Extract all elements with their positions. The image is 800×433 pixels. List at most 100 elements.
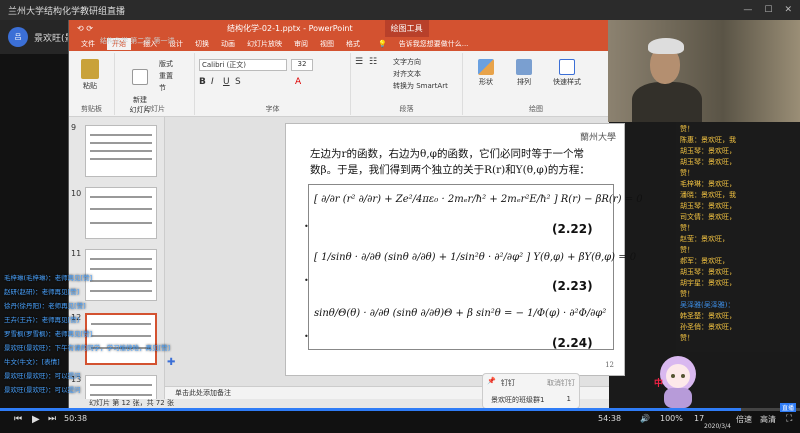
ribbon: 粘贴 剪贴板 新建 幻灯片 版式 重置 节 幻灯片 Calibri (正文) 3… [69,51,609,117]
arrange-button[interactable]: 排列 [509,59,539,87]
numbering-icon[interactable]: ☷ [369,57,377,67]
group-label-paragraph: 段落 [399,105,414,113]
overlay-message: 牛文(牛文)：[表情] [4,358,60,366]
volume-icon[interactable]: 🔊 [640,414,650,423]
equation-number-2-24: (2.24) [552,336,593,350]
quick-styles-button[interactable]: 快速样式 [549,59,585,87]
chat-message: 孙圣俏：景欢旺， [680,323,736,331]
current-time: 50:38 [64,414,88,423]
chat-message: 胡玉琴：景欢旺， [680,158,736,166]
slide-thumbnail[interactable] [85,187,157,239]
equation-number-2-23: (2.23) [552,279,593,293]
bullet: • [304,332,309,341]
font-size-select[interactable]: 32 [291,59,313,71]
group-label-slides: 幻灯片 [144,105,165,113]
quality-button[interactable]: 高清 [760,414,776,425]
tab-animations[interactable]: 动画 [221,39,235,49]
context-tab-group: 绘图工具 [384,20,429,37]
slide-thumbnail[interactable] [85,125,157,177]
cancel-pin-button[interactable]: 取消钉钉 [547,378,575,388]
tab-slideshow[interactable]: 幻灯片放映 [247,39,282,49]
progress-fill [0,408,741,411]
font-name-select[interactable]: Calibri (正文) [199,59,287,71]
overlay-message: 赵研(赵研)：老师再见[赞] [4,288,80,296]
chat-message: 韩圣楚：景欢旺， [680,312,736,320]
doc-title: 结构化学-02-1.pptx - PowerPoint [227,24,353,33]
layout-button[interactable]: 版式 [159,59,173,69]
thumb-number: 9 [71,123,77,132]
group-label-drawing: 绘图 [529,105,543,113]
progress-bar[interactable] [0,408,800,411]
date: 2020/3/4 [704,423,731,430]
pin-icon: 📌 [487,377,496,385]
paste-button[interactable]: 粘贴 [75,59,105,91]
quick-access[interactable]: ⟲ ⟳ [77,24,187,33]
group-font: Calibri (正文) 32 B I U S A 字体 [195,53,351,115]
overlay-message: 王卉(王卉)：老师再见[赞] [4,316,80,324]
next-icon[interactable]: ⏭ [48,414,56,424]
bullet: • [304,276,309,285]
chat-message: 赞！ [680,246,694,254]
reset-button[interactable]: 重置 [159,71,173,81]
mascot-sticker: 中 [648,352,708,408]
chat-message: 陈惠：景欢旺，我 [680,136,736,144]
quick-styles-icon [559,59,575,75]
tab-transitions[interactable]: 切换 [195,39,209,49]
chat-panel[interactable]: 赞！ 陈惠：景欢旺，我 胡玉琴：景欢旺， 胡玉琴：景欢旺， 赞！ 毛梓琳：景欢旺… [676,122,800,352]
convert-smartart-button[interactable]: 转换为 SmartArt [393,81,448,91]
university-logo: 蘭州大學 [579,133,616,143]
overlay-message: 毛梓琳(毛梓琳)：老师再见[赞] [4,274,93,282]
shadow-button[interactable]: S [235,77,241,87]
ppt-titlebar: ⟲ ⟳ 结构化学-02-1.pptx - PowerPoint 绘图工具 [69,20,609,37]
equation-2-23: [ 1/sinθ · ∂/∂θ (sinθ ∂/∂θ) + 1/sin²θ · … [314,252,637,263]
text-direction-button[interactable]: 文字方向 [393,57,421,67]
host-avatar[interactable]: 吕 [8,27,28,47]
overlay-message: 徐丹(徐丹阳)：老师再见[赞] [4,302,86,310]
underline-button[interactable]: U [223,77,230,87]
group-chat-count: 1 [566,395,571,403]
equation-selection-frame[interactable] [308,184,614,350]
slide-intro-line-2: 数β。于是，我们得到两个独立的关于R(r)和Y(θ,φ)的方程： [310,164,590,176]
section-button[interactable]: 节 [159,83,166,93]
chat-message: 赞！ [680,290,694,298]
slide-intro-line-1: 左边为r的函数，右边为θ,φ的函数，它们必同时等于一个常 [310,148,585,160]
italic-button[interactable]: I [211,77,214,87]
chat-message: 郝军：景欢旺， [680,257,729,265]
equation-2-24: sinθ/Θ(θ) · ∂/∂θ (sinθ ∂/∂θ)Θ + β sin²θ … [314,308,607,319]
close-icon[interactable]: ✕ [784,5,792,15]
group-label-font: 字体 [265,105,280,113]
tell-me-search[interactable]: 告诉我您想要做什么... [399,39,469,49]
mascot-label: 中 [654,379,664,389]
maximize-icon[interactable]: ☐ [764,5,772,15]
play-icon[interactable]: ▶ [32,414,40,425]
bullets-icon[interactable]: ☰ [355,57,363,67]
overlay-message: 景欢旺(景欢旺)：可以提问 [4,386,81,394]
zoom-level: 100% [660,414,683,423]
fullscreen-icon[interactable]: ⛶ [786,414,792,424]
group-slides: 新建 幻灯片 版式 重置 节 幻灯片 [115,53,195,115]
tab-view[interactable]: 视图 [320,39,334,49]
tab-review[interactable]: 审阅 [294,39,308,49]
slide-editor: 蘭州大學 左边为r的函数，右边为θ,φ的函数，它们必同时等于一个常 数β。于是，… [165,117,643,399]
shape-button[interactable]: 形状 [471,59,501,87]
bold-button[interactable]: B [199,77,206,87]
speed-button[interactable]: 倍速 [736,414,752,425]
new-slide-icon [132,69,148,85]
chat-message: 赞！ [680,169,694,177]
chat-message: 赞！ [680,334,694,342]
pin-popup[interactable]: 📌 钉钉 取消钉钉 景欢旺的班级群1 1 [482,373,580,409]
font-color-button[interactable]: A [295,77,301,87]
group-chat-item[interactable]: 景欢旺的班级群1 [491,395,544,405]
chat-message: 胡玉琴：景欢旺， [680,147,736,155]
align-text-button[interactable]: 对齐文本 [393,69,421,79]
chat-message: 司文倩：景欢旺， [680,213,736,221]
previous-icon[interactable]: ⏮ [14,414,22,424]
slide-canvas[interactable]: 蘭州大學 左边为r的函数，右边为θ,φ的函数，它们必同时等于一个常 数β。于是，… [285,123,643,376]
tab-format[interactable]: 格式 [346,39,360,49]
tab-file[interactable]: 文件 [81,39,95,49]
shapes-icon [478,59,494,75]
slide-page-number: 12 [605,361,614,369]
chat-message: 胡玉琴：景欢旺， [680,202,736,210]
chat-message: 吴泽雅(吴泽雅)： [680,301,735,309]
minimize-icon[interactable]: — [743,5,752,15]
